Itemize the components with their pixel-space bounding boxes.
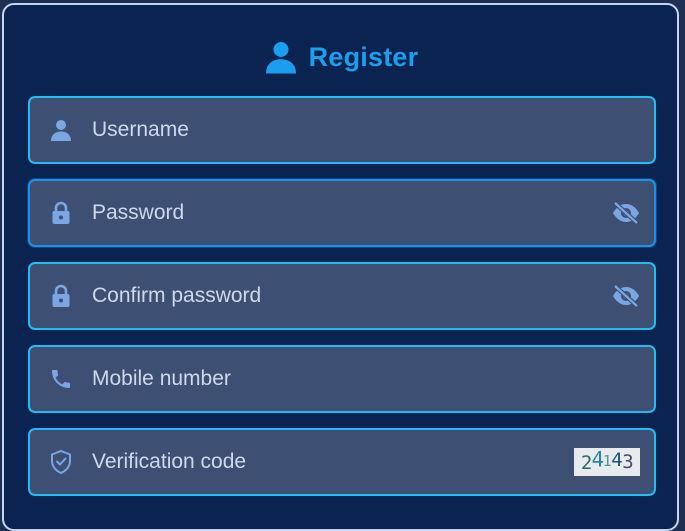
phone-icon — [48, 366, 74, 392]
captcha-char: 2 — [580, 452, 592, 474]
captcha-char: 4 — [591, 447, 604, 473]
eye-off-icon[interactable] — [610, 280, 642, 312]
register-panel: Register Username Mobile number Verifica… — [2, 3, 679, 531]
password-input[interactable] — [92, 181, 572, 245]
eye-off-icon[interactable] — [610, 197, 642, 229]
user-icon — [263, 39, 299, 75]
password-field[interactable] — [28, 179, 656, 247]
lock-icon — [48, 283, 74, 309]
captcha-char: 1 — [602, 452, 612, 470]
lock-icon — [48, 200, 74, 226]
mobile-field[interactable] — [28, 345, 656, 413]
confirm-password-input[interactable] — [92, 264, 572, 328]
captcha-char: 4 — [611, 449, 623, 471]
verification-input[interactable] — [92, 430, 572, 494]
username-input[interactable] — [92, 98, 572, 162]
shield-check-icon — [48, 449, 74, 475]
form-title: Register — [308, 41, 419, 72]
confirm-password-field[interactable] — [28, 262, 656, 330]
verification-field[interactable]: 2 4 1 4 3 — [28, 428, 656, 496]
form-header: Register — [4, 39, 677, 75]
captcha-char: 3 — [622, 451, 634, 473]
username-field[interactable] — [28, 96, 656, 164]
user-icon — [48, 117, 74, 143]
captcha-image[interactable]: 2 4 1 4 3 — [574, 448, 640, 476]
mobile-input[interactable] — [92, 347, 572, 411]
